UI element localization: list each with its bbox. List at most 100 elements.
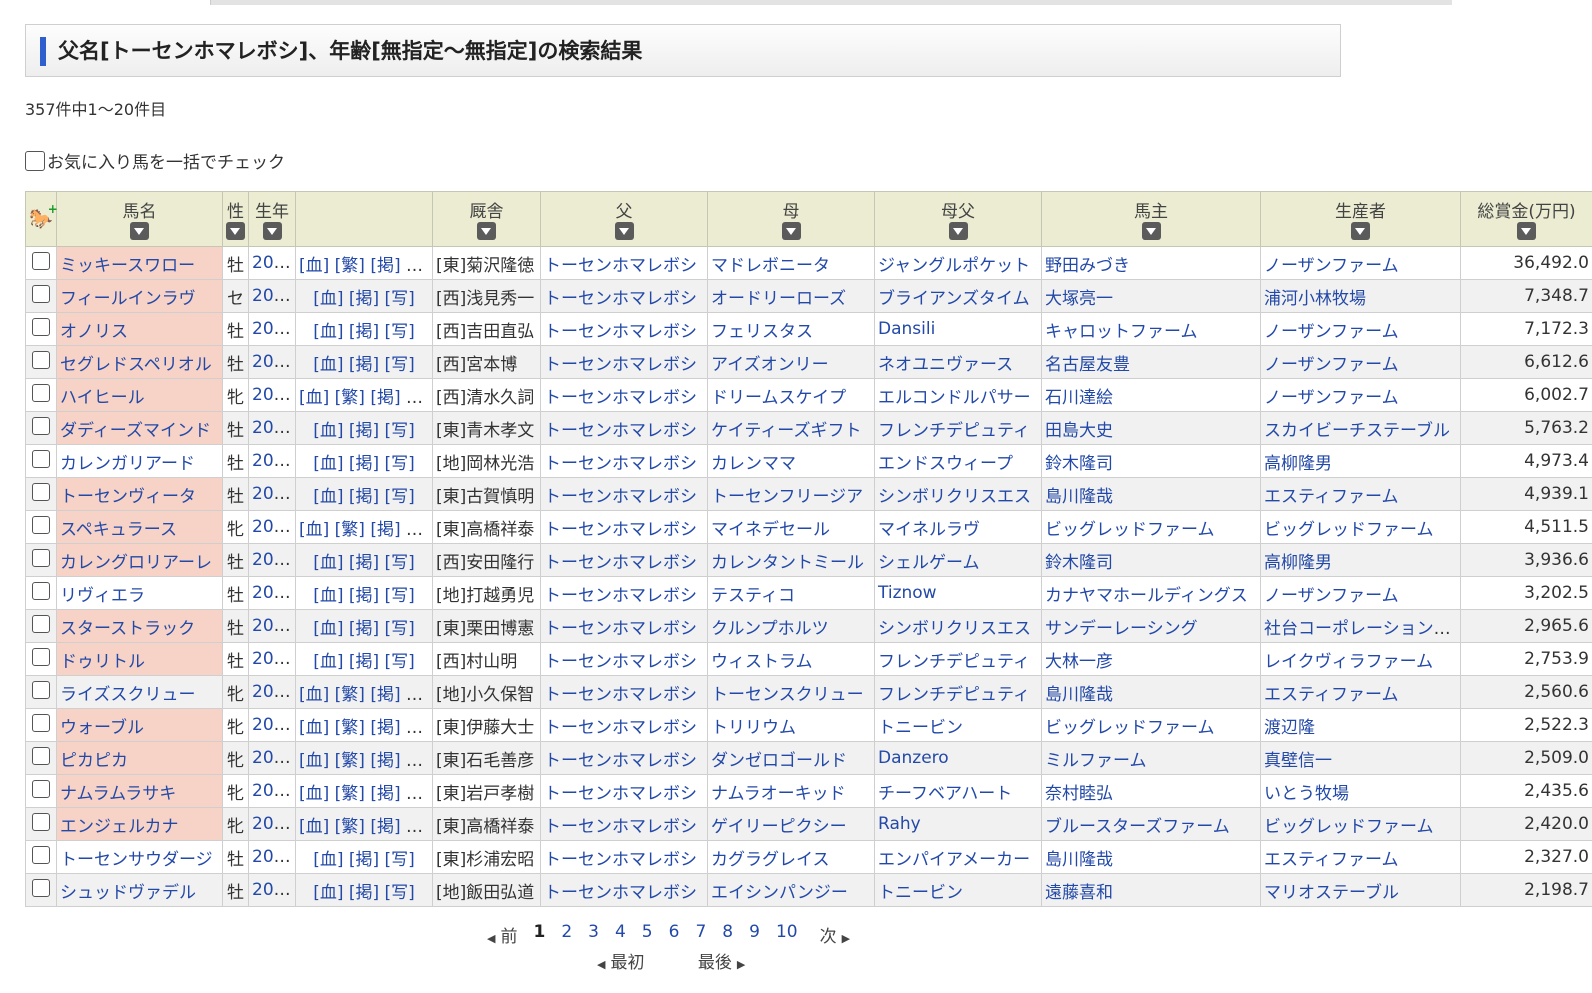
horse-name-cell[interactable]: ピカピカ (56, 741, 223, 775)
owner[interactable]: ビッグレッドファーム (1045, 520, 1215, 540)
page-link-9[interactable]: 9 (749, 922, 760, 947)
birth-year[interactable]: 2016 (252, 814, 295, 834)
stable[interactable]: [東]青木孝文 (436, 421, 534, 441)
horse-name-cell[interactable]: ドゥリトル (56, 642, 223, 676)
dam-cell[interactable]: トーセンスクリュー (707, 675, 875, 709)
horse-links-cell[interactable]: [血] [繁] [掲] [写] (295, 510, 433, 544)
stable-cell[interactable]: [東]高橋祥泰 (432, 510, 541, 544)
owner[interactable]: 大林一彦 (1045, 652, 1113, 672)
dam[interactable]: マドレボニータ (711, 256, 830, 276)
birth-year[interactable]: 2015 (252, 385, 295, 405)
damsire-cell[interactable]: シンボリクリスエス (874, 477, 1042, 511)
sort-down-icon[interactable] (781, 222, 801, 240)
stable-cell[interactable]: [地]飯田弘道 (432, 873, 541, 907)
stable-cell[interactable]: [西]吉田直弘 (432, 312, 541, 346)
horse-name[interactable]: トーセンヴィータ (60, 487, 196, 507)
horse-name-cell[interactable]: オノリス (56, 312, 223, 346)
damsire[interactable]: Danzero (878, 748, 949, 768)
horse-links-cell[interactable]: [血] [繁] [掲] [写] (295, 741, 433, 775)
horse-links-cell[interactable]: [血] [掲] [写] (295, 411, 433, 445)
owner[interactable]: サンデーレーシング (1045, 619, 1198, 639)
breeder-cell[interactable]: ノーザンファーム (1260, 576, 1461, 610)
horse-name[interactable]: ライズスクリュー (60, 685, 196, 705)
breeder[interactable]: 高柳隆男 (1264, 553, 1332, 573)
stable[interactable]: [西]吉田直弘 (436, 322, 534, 342)
dam[interactable]: フェリスタス (711, 322, 813, 342)
dam-cell[interactable]: カグラグレイス (707, 840, 875, 874)
sire[interactable]: トーセンホマレボシ (544, 520, 697, 540)
dam[interactable]: カレンタントミール (711, 553, 864, 573)
sire-cell[interactable]: トーセンホマレボシ (540, 477, 708, 511)
damsire[interactable]: ネオユニヴァース (878, 355, 1013, 375)
birth-year[interactable]: 2014 (252, 253, 295, 273)
stable-cell[interactable]: [東]高橋祥泰 (432, 807, 541, 841)
damsire[interactable]: シェルゲーム (878, 553, 980, 573)
sire-cell[interactable]: トーセンホマレボシ (540, 510, 708, 544)
active-tab[interactable] (26, 0, 211, 5)
horse-name-cell[interactable]: ウォーブル (56, 708, 223, 742)
horse-name[interactable]: ドゥリトル (60, 652, 145, 672)
horse-links[interactable]: [血] [掲] [写] (313, 355, 415, 375)
birth-year-cell[interactable]: 2016 (248, 411, 296, 445)
dam-cell[interactable]: カレンタントミール (707, 543, 875, 577)
sire-cell[interactable]: トーセンホマレボシ (540, 675, 708, 709)
breeder-cell[interactable]: 渡辺隆 (1260, 708, 1461, 742)
horse-name-cell[interactable]: トーセンヴィータ (56, 477, 223, 511)
horse-name[interactable]: カレンガリアード (60, 454, 195, 474)
sort-down-icon[interactable] (130, 222, 149, 240)
owner-cell[interactable]: 大塚亮一 (1041, 279, 1261, 313)
breeder-cell[interactable]: ノーザンファーム (1260, 246, 1461, 280)
horse-plus-icon[interactable]: 🐎 + (29, 202, 58, 230)
page-link-10[interactable]: 10 (776, 922, 798, 947)
sire[interactable]: トーセンホマレボシ (544, 784, 697, 804)
sire-cell[interactable]: トーセンホマレボシ (540, 279, 708, 313)
breeder[interactable]: ノーザンファーム (1264, 388, 1399, 408)
breeder[interactable]: ノーザンファーム (1264, 355, 1399, 375)
horse-name-cell[interactable]: リヴィエラ (56, 576, 223, 610)
breeder[interactable]: エスティファーム (1264, 487, 1398, 507)
owner-cell[interactable]: ビッグレッドファーム (1041, 708, 1261, 742)
breeder-cell[interactable]: ノーザンファーム (1260, 378, 1461, 412)
horse-links[interactable]: [血] [掲] [写] (313, 487, 415, 507)
horse-name[interactable]: ダディーズマインド (60, 421, 211, 441)
sire-cell[interactable]: トーセンホマレボシ (540, 873, 708, 907)
favorite-checkbox[interactable] (32, 779, 50, 798)
breeder-cell[interactable]: 高柳隆男 (1260, 444, 1461, 478)
favorite-column-header[interactable]: 🐎 + (25, 191, 58, 247)
dam-cell[interactable]: テスティコ (707, 576, 875, 610)
damsire[interactable]: トニービン (878, 718, 963, 738)
horse-links[interactable]: [血] [掲] [写] (313, 421, 415, 441)
favorite-checkbox[interactable] (32, 746, 50, 765)
breeder[interactable]: スカイビーチステーブル (1264, 421, 1450, 441)
sire[interactable]: トーセンホマレボシ (544, 718, 697, 738)
stable[interactable]: [東]杉浦宏昭 (436, 850, 534, 870)
dam-cell[interactable]: トーセンフリージア (707, 477, 875, 511)
owner[interactable]: ブルースターズファーム (1045, 817, 1230, 837)
birth-year-cell[interactable]: 2016 (248, 510, 296, 544)
sire[interactable]: トーセンホマレボシ (544, 421, 697, 441)
dam[interactable]: トーセンフリージア (711, 487, 863, 507)
owner-cell[interactable]: 大林一彦 (1041, 642, 1261, 676)
owner-cell[interactable]: 島川隆哉 (1041, 477, 1261, 511)
owner[interactable]: 大塚亮一 (1045, 289, 1113, 309)
dam[interactable]: ナムラオーキッド (711, 784, 846, 804)
dam[interactable]: クルンプホルツ (711, 619, 829, 639)
damsire[interactable]: フレンチデピュティ (878, 421, 1030, 441)
damsire[interactable]: トニービン (878, 883, 963, 903)
owner[interactable]: ミルファーム (1045, 751, 1147, 771)
owner[interactable]: 島川隆哉 (1045, 487, 1113, 507)
birth-year-cell[interactable]: 2015 (248, 279, 296, 313)
dam-cell[interactable]: オードリーローズ (707, 279, 875, 313)
breeder-cell[interactable]: ビッグレッドファーム (1260, 807, 1461, 841)
stable-cell[interactable]: [東]栗田博憲 (432, 609, 541, 643)
bulk-favorite-checkbox[interactable] (25, 150, 45, 171)
horse-links-cell[interactable]: [血] [掲] [写] (295, 312, 433, 346)
sire-cell[interactable]: トーセンホマレボシ (540, 741, 708, 775)
sire-cell[interactable]: トーセンホマレボシ (540, 378, 708, 412)
owner[interactable]: カナヤマホールディングス (1045, 586, 1248, 606)
stable[interactable]: [西]安田隆行 (436, 553, 534, 573)
horse-name[interactable]: シュッドヴァデル (60, 883, 196, 903)
horse-name[interactable]: ハイヒール (60, 388, 145, 408)
birth-year[interactable]: 2016 (252, 880, 295, 900)
horse-links[interactable]: [血] [繁] [掲] [写] (299, 256, 432, 276)
